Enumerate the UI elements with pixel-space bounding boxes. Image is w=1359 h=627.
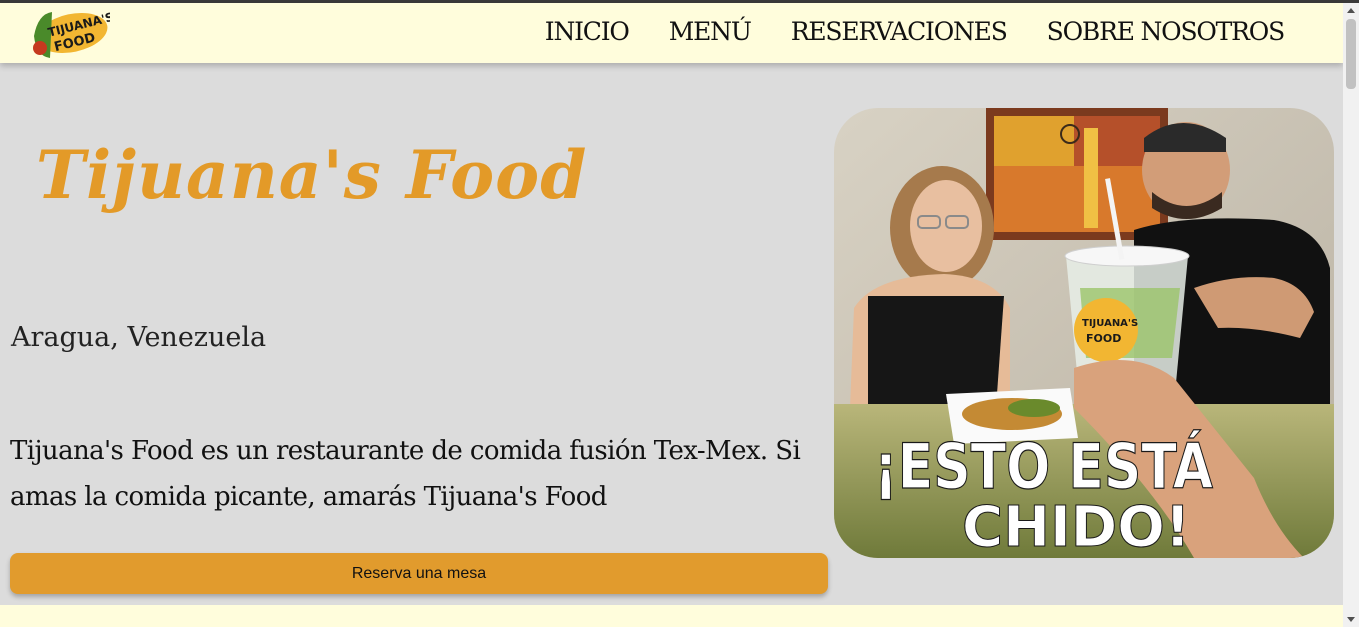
scroll-down-arrow-icon[interactable]	[1347, 617, 1355, 622]
scroll-up-arrow-icon[interactable]	[1347, 8, 1355, 13]
svg-text:¡ESTO ESTÁ: ¡ESTO ESTÁ	[874, 429, 1214, 503]
navbar: TIJUANA'S FOOD INICIO MENÚ RESERVACIONES…	[0, 3, 1343, 63]
logo[interactable]: TIJUANA'S FOOD	[28, 6, 115, 62]
next-section-strip	[0, 605, 1343, 627]
reserve-table-button[interactable]: Reserva una mesa	[10, 553, 828, 594]
svg-text:CHIDO!: CHIDO!	[962, 495, 1190, 558]
hero-location: Aragua, Venezuela	[11, 322, 267, 353]
nav-links: INICIO MENÚ RESERVACIONES SOBRE NOSOTROS	[545, 17, 1286, 46]
nav-link-menu[interactable]: MENÚ	[669, 17, 752, 46]
scrollbar-thumb[interactable]	[1346, 19, 1356, 89]
page-scrollbar[interactable]	[1343, 3, 1359, 627]
logo-graphic: TIJUANA'S FOOD	[33, 10, 115, 58]
hero-photo-illustration: TIJUANA'S FOOD ¡ESTO ESTÁ CHIDO!	[834, 108, 1334, 558]
hero-photo: TIJUANA'S FOOD ¡ESTO ESTÁ CHIDO!	[834, 108, 1334, 558]
nav-link-reservaciones[interactable]: RESERVACIONES	[791, 17, 1008, 46]
svg-text:FOOD: FOOD	[1086, 332, 1121, 345]
svg-text:TIJUANA'S: TIJUANA'S	[1082, 318, 1138, 329]
hero-description: Tijuana's Food es un restaurante de comi…	[10, 436, 801, 512]
hero-title: Tijuana's Food	[36, 136, 588, 214]
nav-link-sobre-nosotros[interactable]: SOBRE NOSOTROS	[1047, 17, 1286, 46]
nav-link-inicio[interactable]: INICIO	[545, 17, 630, 46]
